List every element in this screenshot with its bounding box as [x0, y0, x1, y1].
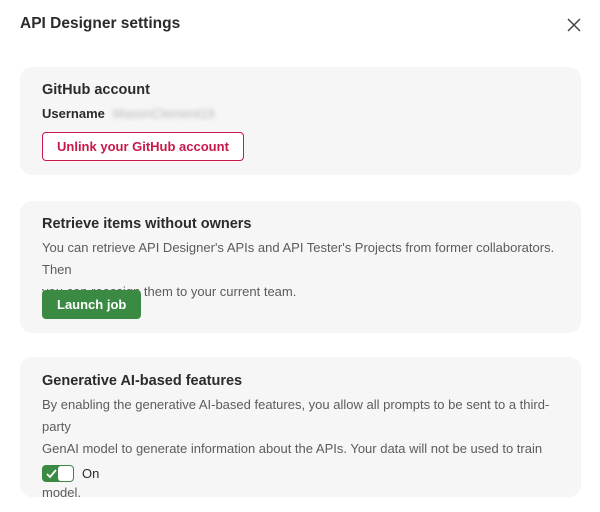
username-label: Username — [42, 106, 105, 121]
username-row: Username MasonClement19 — [42, 106, 215, 121]
username-value: MasonClement19 — [112, 106, 215, 121]
close-icon — [567, 18, 581, 32]
ai-features-toggle[interactable] — [42, 465, 74, 482]
toggle-state-label: On — [82, 466, 100, 481]
settings-dialog: API Designer settings GitHub account Use… — [0, 0, 600, 512]
ai-description-line: By enabling the generative AI-based feat… — [42, 397, 550, 434]
ai-description: By enabling the generative AI-based feat… — [42, 394, 562, 504]
toggle-knob — [58, 466, 73, 481]
ai-description-line: GenAI model to generate information abou… — [42, 441, 543, 478]
ai-description-line: model. — [42, 485, 82, 500]
unlink-github-button[interactable]: Unlink your GitHub account — [42, 132, 244, 161]
ai-card-title: Generative AI-based features — [42, 373, 243, 389]
checkmark-icon — [46, 469, 57, 479]
retrieve-items-card: Retrieve items without owners You can re… — [20, 201, 581, 333]
close-button[interactable] — [563, 14, 585, 36]
github-account-card: GitHub account Username MasonClement19 U… — [20, 67, 581, 175]
retrieve-description-line: You can retrieve API Designer's APIs and… — [42, 240, 555, 277]
generative-ai-card: Generative AI-based features By enabling… — [20, 357, 581, 500]
retrieve-card-title: Retrieve items without owners — [42, 216, 252, 232]
launch-job-button[interactable]: Launch job — [42, 290, 142, 319]
ai-toggle-row: On — [42, 465, 99, 482]
github-card-title: GitHub account — [42, 82, 150, 98]
dialog-title: API Designer settings — [20, 15, 181, 32]
